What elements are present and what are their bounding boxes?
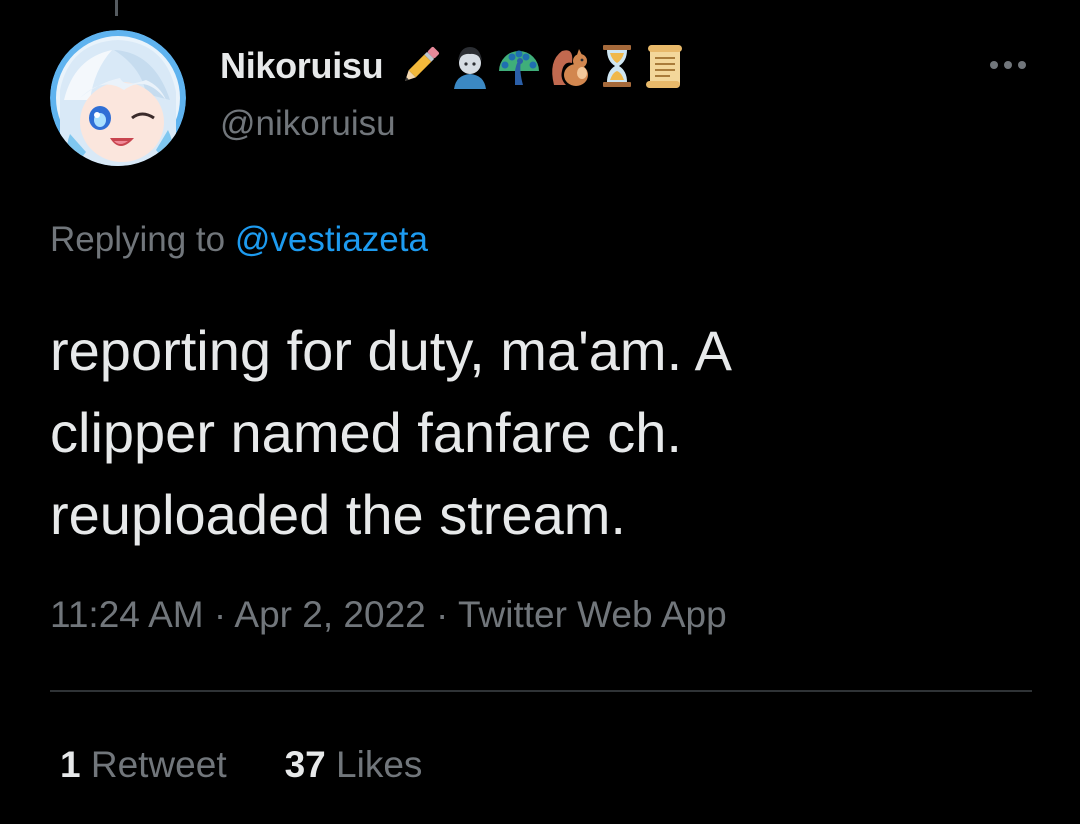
tweet-text-line: reporting for duty, ma'am. A bbox=[50, 319, 732, 382]
tweet-text: reporting for duty, ma'am. A clipper nam… bbox=[50, 310, 1040, 556]
scroll-icon bbox=[646, 45, 683, 88]
pencil-icon bbox=[405, 47, 440, 81]
display-name[interactable]: Nikoruisu bbox=[220, 45, 384, 87]
likes-count: 37 bbox=[284, 744, 326, 785]
replying-to-prefix: Replying to bbox=[50, 220, 235, 259]
retweets-stat[interactable]: 1 Retweet bbox=[60, 744, 227, 786]
person-icon bbox=[454, 47, 487, 89]
squirrel-icon bbox=[552, 49, 589, 86]
peacock-icon bbox=[499, 50, 540, 85]
more-dot bbox=[1004, 61, 1012, 69]
name-emoji-row bbox=[395, 41, 688, 91]
more-dot bbox=[1018, 61, 1026, 69]
user-handle[interactable]: @nikoruisu bbox=[220, 104, 396, 144]
engagement-stats: 1 Retweet 37 Likes bbox=[60, 744, 422, 786]
tweet-text-line: clipper named fanfare ch. bbox=[50, 401, 682, 464]
tweet-timestamp[interactable]: 11:24 AM · Apr 2, 2022 · Twitter Web App bbox=[50, 594, 727, 636]
replying-to-mention-link[interactable]: @vestiazeta bbox=[235, 220, 428, 259]
thread-connector-line bbox=[115, 0, 118, 16]
hourglass-icon bbox=[603, 45, 632, 87]
more-dot bbox=[990, 61, 998, 69]
display-name-row: Nikoruisu bbox=[220, 38, 688, 94]
tweet-text-line: reuploaded the stream. bbox=[50, 483, 626, 546]
replying-to-line: Replying to @vestiazeta bbox=[50, 220, 428, 260]
likes-stat[interactable]: 37 Likes bbox=[285, 744, 423, 786]
more-options-button[interactable] bbox=[980, 50, 1036, 80]
avatar[interactable] bbox=[50, 30, 186, 166]
divider bbox=[50, 690, 1032, 692]
retweets-count: 1 bbox=[60, 744, 81, 785]
retweets-label: Retweet bbox=[90, 744, 227, 785]
avatar-image bbox=[50, 30, 186, 166]
likes-label: Likes bbox=[336, 744, 423, 785]
